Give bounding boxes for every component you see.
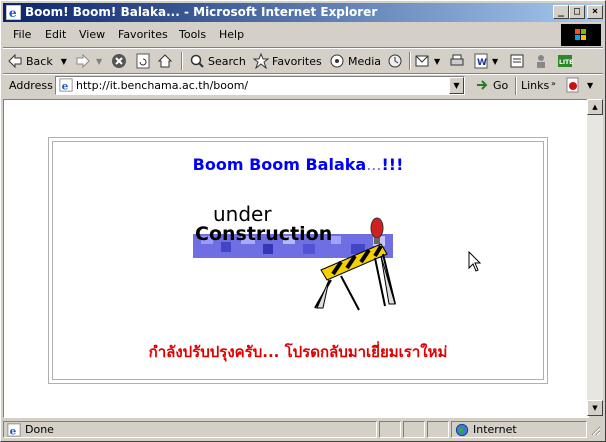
menu-edit[interactable]: Edit — [45, 28, 66, 41]
pdf-dropdown-icon[interactable]: ▼ — [587, 81, 593, 90]
heading-dots: ... — [366, 155, 382, 174]
favorites-label: Favorites — [272, 54, 322, 68]
page-icon: e — [59, 78, 73, 92]
messenger-icon — [537, 55, 545, 68]
page-heading: Boom Boom Balaka...!!! — [53, 155, 543, 174]
menu-view[interactable]: View — [79, 28, 105, 41]
discuss-button[interactable] — [509, 51, 528, 71]
thai-message: กำลังปรับปรุงครับ... โปรดกลับมาเยี่ยมเรา… — [148, 343, 448, 361]
status-page-icon: e — [7, 423, 21, 437]
history-icon — [388, 54, 402, 68]
toolbar-divider — [409, 52, 411, 70]
pdf-button[interactable]: ▼ — [565, 77, 593, 93]
menu-bar: File Edit View Favorites Tools Help — [3, 24, 559, 46]
page-content: Boom Boom Balaka...!!! under Constructio… — [3, 99, 589, 418]
word-edit-icon: W — [474, 53, 488, 69]
favorites-button[interactable]: Favorites — [253, 51, 322, 71]
browser-window: e Boom! Boom! Balaka... - Microsoft Inte… — [0, 0, 606, 442]
vertical-scrollbar[interactable]: ▲ ▼ — [587, 99, 603, 416]
messenger-button[interactable] — [533, 51, 552, 71]
edit-dropdown-icon[interactable]: ▼ — [492, 57, 498, 66]
toolbar-divider — [181, 52, 183, 70]
menu-file[interactable]: File — [13, 28, 31, 41]
title-bar[interactable]: e Boom! Boom! Balaka... - Microsoft Inte… — [3, 3, 603, 22]
mail-icon — [415, 55, 429, 67]
stop-icon — [112, 54, 126, 68]
status-panel-main: e Done — [3, 421, 377, 438]
status-panel-3 — [403, 421, 425, 438]
menu-tools[interactable]: Tools — [179, 28, 206, 41]
back-label: Back — [26, 54, 53, 68]
close-button[interactable]: × — [587, 5, 603, 19]
printer-icon — [450, 54, 464, 66]
back-button[interactable]: Back ▼ — [7, 51, 67, 71]
discuss-icon — [510, 54, 524, 68]
favorites-star-icon — [253, 53, 269, 69]
resize-grip-icon[interactable] — [589, 424, 601, 436]
refresh-icon — [136, 53, 150, 69]
address-input[interactable]: e http://it.benchama.ac.th/boom/ ▼ — [55, 76, 465, 95]
links-label[interactable]: Links — [521, 79, 549, 92]
home-icon — [157, 54, 173, 68]
svg-text:e: e — [9, 6, 17, 20]
scroll-down-button[interactable]: ▼ — [587, 400, 603, 416]
links-divider — [515, 77, 517, 95]
go-button[interactable]: Go — [475, 77, 508, 93]
links-chevron-icon[interactable]: » — [551, 79, 556, 88]
address-label: Address — [9, 79, 53, 92]
internet-globe-icon — [455, 423, 469, 437]
media-button[interactable]: Media — [329, 51, 381, 71]
back-arrow-icon — [8, 53, 22, 69]
svg-text:e: e — [62, 80, 69, 92]
lite-button[interactable]: LITE — [557, 51, 576, 71]
status-zone-panel: Internet — [451, 421, 587, 438]
go-label: Go — [493, 78, 509, 92]
search-label: Search — [208, 54, 246, 68]
menu-favorites[interactable]: Favorites — [118, 28, 168, 41]
go-arrow-icon — [477, 80, 488, 90]
mail-dropdown-icon[interactable]: ▼ — [434, 57, 440, 66]
media-icon — [330, 54, 344, 68]
status-panel-2 — [379, 421, 401, 438]
stop-button[interactable] — [111, 51, 130, 71]
forward-button[interactable]: ▼ — [75, 51, 102, 71]
menu-help[interactable]: Help — [219, 28, 244, 41]
pdf-icon — [566, 77, 579, 93]
minimize-button[interactable]: _ — [553, 5, 569, 19]
search-button[interactable]: Search — [189, 51, 246, 71]
under-construction-image: under Construction — [193, 202, 396, 311]
lite-icon: LITE — [558, 55, 573, 67]
windows-logo — [561, 24, 601, 46]
forward-arrow-icon — [76, 53, 90, 69]
address-dropdown-icon[interactable]: ▼ — [449, 77, 464, 94]
mouse-cursor-icon — [468, 251, 482, 272]
scroll-up-button[interactable]: ▲ — [587, 99, 603, 115]
status-panel-4 — [427, 421, 449, 438]
heading-exclamation: !!! — [381, 155, 404, 174]
status-bar: e Done Internet — [3, 420, 603, 440]
media-label: Media — [348, 54, 382, 68]
history-button[interactable] — [387, 51, 406, 71]
heading-text: Boom Boom Balaka — [192, 155, 367, 174]
banner-construction: Construction — [195, 223, 332, 245]
svg-text:LITE: LITE — [559, 59, 573, 66]
svg-text:e: e — [10, 425, 17, 437]
mail-button[interactable]: ▼ — [415, 51, 440, 71]
edit-button[interactable]: W ▼ — [473, 51, 498, 71]
svg-text:W: W — [477, 58, 487, 68]
ie-icon: e — [6, 5, 21, 20]
standard-toolbar: Back ▼ ▼ Search Favorites Media ▼ W ▼ LI… — [3, 49, 603, 73]
status-zone-text: Internet — [473, 423, 517, 436]
maximize-button[interactable]: □ — [569, 5, 585, 19]
window-title: Boom! Boom! Balaka... - Microsoft Intern… — [25, 5, 378, 19]
print-button[interactable] — [449, 51, 468, 71]
back-dropdown-icon[interactable]: ▼ — [61, 57, 67, 66]
address-bar: Address e http://it.benchama.ac.th/boom/… — [3, 75, 603, 97]
address-url: http://it.benchama.ac.th/boom/ — [76, 79, 249, 92]
refresh-button[interactable] — [135, 51, 154, 71]
home-button[interactable] — [157, 51, 176, 71]
forward-dropdown-icon[interactable]: ▼ — [96, 57, 102, 66]
status-text: Done — [25, 423, 54, 436]
search-icon — [190, 54, 204, 68]
